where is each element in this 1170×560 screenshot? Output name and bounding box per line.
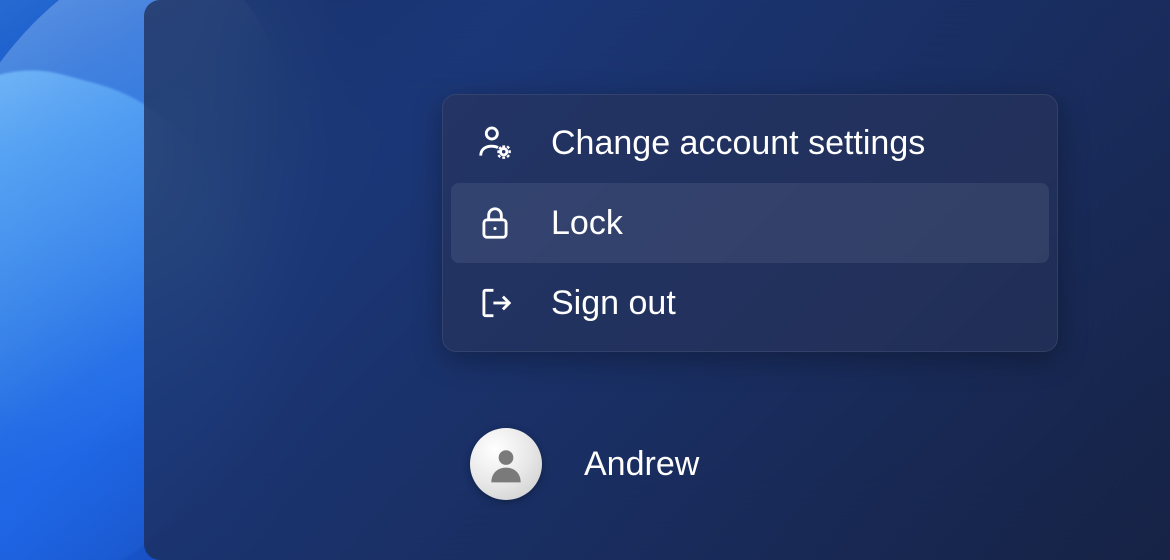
account-settings-icon [475, 123, 515, 163]
change-account-settings-button[interactable]: Change account settings [451, 103, 1049, 183]
avatar-placeholder-icon [484, 442, 528, 486]
user-profile-section[interactable]: Andrew [470, 428, 699, 500]
sign-out-button[interactable]: Sign out [451, 263, 1049, 343]
menu-item-label: Sign out [551, 284, 676, 323]
start-menu-panel: Change account settings Lock Sign ou [144, 0, 1170, 560]
username-label: Andrew [584, 445, 699, 484]
sign-out-icon [475, 283, 515, 323]
user-avatar [470, 428, 542, 500]
lock-icon [475, 203, 515, 243]
menu-item-label: Change account settings [551, 124, 925, 163]
lock-button[interactable]: Lock [451, 183, 1049, 263]
user-context-menu: Change account settings Lock Sign ou [442, 94, 1058, 352]
menu-item-label: Lock [551, 204, 623, 243]
